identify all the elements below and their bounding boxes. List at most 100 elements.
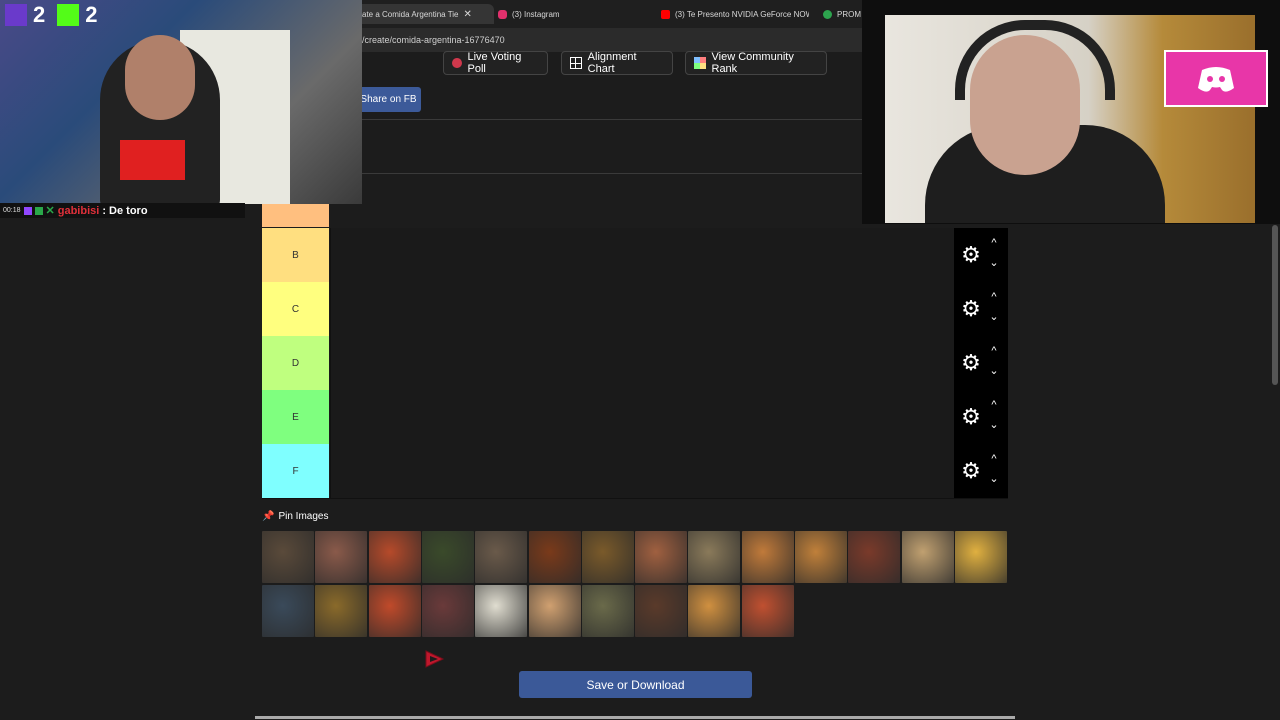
tier-label-a <box>262 204 329 227</box>
chevron-down-icon[interactable]: ⌄ <box>986 473 1002 485</box>
live-voting-poll-button[interactable]: Live Voting Poll <box>443 51 548 75</box>
kick-count: 2 <box>85 2 98 27</box>
food-image-sopa[interactable] <box>262 585 314 637</box>
chevron-up-icon[interactable]: ^ <box>986 291 1002 303</box>
tier-drop-zone[interactable] <box>330 282 955 336</box>
food-image-sandwich-de-miga[interactable] <box>475 585 528 637</box>
url-text[interactable]: /create/comida-argentina-16776470 <box>362 35 505 45</box>
rank-grid-icon <box>694 57 706 69</box>
streamer-face <box>125 35 195 120</box>
save-download-button[interactable]: Save or Download <box>519 671 752 698</box>
tier-label[interactable]: D <box>262 336 329 390</box>
tier-row: F ⚙ ^ ⌄ <box>262 444 1008 499</box>
grid-icon <box>570 57 582 69</box>
tier-drop-zone[interactable] <box>330 336 955 390</box>
close-icon[interactable]: ✕ <box>464 9 472 20</box>
food-image-locro[interactable] <box>528 531 581 583</box>
tab-label: ate a Comida Argentina Tie <box>362 9 459 19</box>
twitch-count: 2 <box>33 2 46 27</box>
chat-line: 00:18 ✕ gabibisi : De toro <box>0 203 245 218</box>
tab-prom[interactable]: PROM <box>823 4 863 24</box>
pin-images-label: Pin Images <box>278 511 329 522</box>
youtube-icon <box>661 9 670 19</box>
food-image-fideos[interactable] <box>581 585 634 637</box>
horizontal-scrollbar[interactable] <box>255 716 1015 719</box>
gear-icon[interactable]: ⚙ <box>958 296 984 322</box>
food-image-polenta[interactable] <box>954 531 1007 583</box>
gear-icon[interactable]: ⚙ <box>958 350 984 376</box>
food-image-milanesa[interactable] <box>688 531 741 583</box>
food-image-ravioles[interactable] <box>528 585 581 637</box>
chevron-down-icon[interactable]: ⌄ <box>986 419 1002 431</box>
food-image-puchero[interactable] <box>315 585 368 637</box>
tier-label[interactable]: B <box>262 228 329 282</box>
food-image-choripan[interactable] <box>368 531 421 583</box>
chevron-up-icon[interactable]: ^ <box>986 345 1002 357</box>
food-image-milanesa-napolitana[interactable] <box>741 531 794 583</box>
tier-row: C ⚙ ^ ⌄ <box>262 282 1008 337</box>
tier-label[interactable]: F <box>262 444 329 498</box>
chevron-up-icon[interactable]: ^ <box>986 399 1002 411</box>
share-on-fb-button[interactable]: Share on FB <box>356 87 421 112</box>
tier-controls: ⚙ ^ ⌄ <box>954 336 1008 390</box>
twitch-icon <box>5 4 27 26</box>
button-label: Alignment Chart <box>587 51 637 75</box>
tab-label: (3) Te Presento NVIDIA GeForce NOW <box>675 9 809 19</box>
x-icon: ✕ <box>45 205 55 217</box>
tier-row: E ⚙ ^ ⌄ <box>262 390 1008 445</box>
tab-youtube[interactable]: (3) Te Presento NVIDIA GeForce NOW <box>661 4 809 24</box>
chevron-down-icon[interactable]: ⌄ <box>986 365 1002 377</box>
headphones <box>955 20 1115 100</box>
food-image-fugazzeta[interactable] <box>635 531 688 583</box>
kick-icon <box>57 4 80 26</box>
alignment-chart-button[interactable]: Alignment Chart <box>561 51 673 75</box>
food-image-provoleta[interactable] <box>315 531 368 583</box>
food-image-pizza-muzzarella[interactable] <box>741 585 794 637</box>
food-image-carne[interactable] <box>635 585 688 637</box>
food-image-guiso[interactable] <box>581 531 634 583</box>
view-community-rank-button[interactable]: View Community Rank <box>685 51 827 75</box>
chevron-down-icon[interactable]: ⌄ <box>986 311 1002 323</box>
chevron-up-icon[interactable]: ^ <box>986 237 1002 249</box>
tier-label[interactable]: C <box>262 282 329 336</box>
chevron-up-icon[interactable]: ^ <box>986 453 1002 465</box>
food-image-empanadas[interactable] <box>688 585 741 637</box>
tab-instagram[interactable]: (3) Instagram <box>498 4 648 24</box>
chat-message: : De toro <box>102 204 148 217</box>
food-image-pizza[interactable] <box>368 585 421 637</box>
discord-icon <box>1164 50 1268 107</box>
tier-label[interactable]: E <box>262 390 329 444</box>
button-label: View Community Rank <box>711 51 794 75</box>
tier-controls: ⚙ ^ ⌄ <box>954 228 1008 282</box>
chevron-down-icon[interactable]: ⌄ <box>986 257 1002 269</box>
badge-icon <box>23 206 32 215</box>
instagram-icon <box>498 9 507 19</box>
tier-drop-zone[interactable] <box>330 390 955 444</box>
tier-controls: ⚙ ^ ⌄ <box>954 282 1008 336</box>
follower-counters: 2 2 <box>5 2 98 28</box>
tab-tierlist[interactable]: ate a Comida Argentina Tie ✕ <box>356 4 494 24</box>
pin-icon: 📌 <box>262 511 275 522</box>
pin-images-toggle[interactable]: 📌 Pin Images <box>262 511 328 522</box>
webcam-left: 2 2 <box>0 0 362 204</box>
food-image-huevos[interactable] <box>421 531 474 583</box>
scrollbar[interactable] <box>1272 225 1278 385</box>
gear-icon[interactable]: ⚙ <box>958 242 984 268</box>
food-image-cordero[interactable] <box>475 531 528 583</box>
food-image-asado[interactable] <box>262 531 314 583</box>
microphone-cover <box>120 140 185 180</box>
site-icon <box>823 9 832 19</box>
tier-controls: ⚙ ^ ⌄ <box>954 444 1008 498</box>
button-label: Live Voting Poll <box>467 51 522 75</box>
food-image-morcilla[interactable] <box>421 585 474 637</box>
tier-row: D ⚙ ^ ⌄ <box>262 336 1008 391</box>
record-icon <box>452 58 462 68</box>
food-image-mondongo[interactable] <box>795 531 847 583</box>
gear-icon[interactable]: ⚙ <box>958 404 984 430</box>
food-image-matambre[interactable] <box>848 531 901 583</box>
tier-drop-zone[interactable] <box>330 228 955 282</box>
food-image-noquis[interactable] <box>901 531 954 583</box>
tier-drop-zone[interactable] <box>330 444 955 498</box>
tier-row: B ⚙ ^ ⌄ <box>262 228 1008 283</box>
gear-icon[interactable]: ⚙ <box>958 458 984 484</box>
